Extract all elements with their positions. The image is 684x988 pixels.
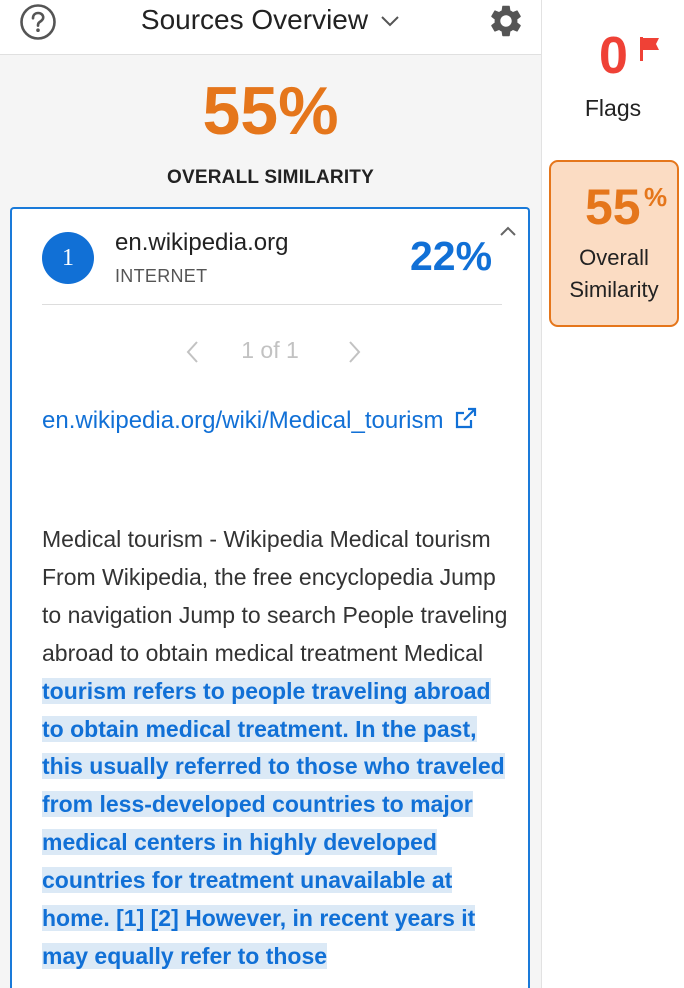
overall-similarity-percent: 55% [202, 73, 339, 149]
similarity-label-line2: Similarity [569, 277, 659, 302]
chevron-down-icon [381, 16, 399, 27]
similarity-percent-sign: % [644, 182, 668, 212]
external-link-icon[interactable] [454, 406, 478, 430]
overall-similarity-block: 55% OVERALL SIMILARITY [0, 55, 541, 205]
source-domain: en.wikipedia.org [115, 229, 289, 256]
pager-text: 1 of 1 [241, 337, 299, 363]
overall-similarity-label: OVERALL SIMILARITY [167, 167, 374, 188]
similarity-label: Overall Similarity [551, 242, 677, 306]
summary-sidebar: 0 Flags 55 % Overall Similarity [542, 0, 684, 988]
panel-header: Sources Overview [0, 0, 541, 55]
flags-count: 0 [599, 27, 628, 85]
source-match-percent: 22% [410, 233, 493, 279]
chevron-up-icon[interactable] [498, 223, 518, 239]
source-number-badge: 1 [42, 232, 94, 284]
sources-overview-dropdown[interactable]: Sources Overview [0, 0, 541, 40]
source-type: INTERNET [115, 266, 208, 286]
card-divider [42, 304, 502, 305]
flags-label[interactable]: Flags [542, 95, 684, 122]
gear-icon[interactable] [487, 2, 525, 40]
flag-icon [640, 37, 659, 61]
match-pager: 1 of 1 [12, 337, 528, 367]
source-card: 1 en.wikipedia.org INTERNET 22% 1 of 1 e… [10, 207, 530, 988]
source-url-link[interactable]: en.wikipedia.org/wiki/Medical_tourism [42, 402, 482, 440]
excerpt-plain-text: Medical tourism - Wikipedia Medical tour… [42, 526, 508, 666]
chevron-right-icon[interactable] [345, 339, 363, 365]
excerpt-matched-text: tourism refers to people traveling abroa… [42, 677, 505, 969]
source-url-text[interactable]: en.wikipedia.org/wiki/Medical_tourism [42, 407, 444, 434]
header-title: Sources Overview [140, 4, 369, 35]
source-excerpt: Medical tourism - Wikipedia Medical tour… [42, 521, 512, 976]
similarity-percent-number: 55 [585, 179, 641, 235]
overall-similarity-button[interactable]: 55 % Overall Similarity [549, 160, 679, 327]
sources-overview-panel: Sources Overview 55% OVERALL SIMILARITY … [0, 0, 542, 988]
similarity-label-line1: Overall [579, 245, 649, 270]
